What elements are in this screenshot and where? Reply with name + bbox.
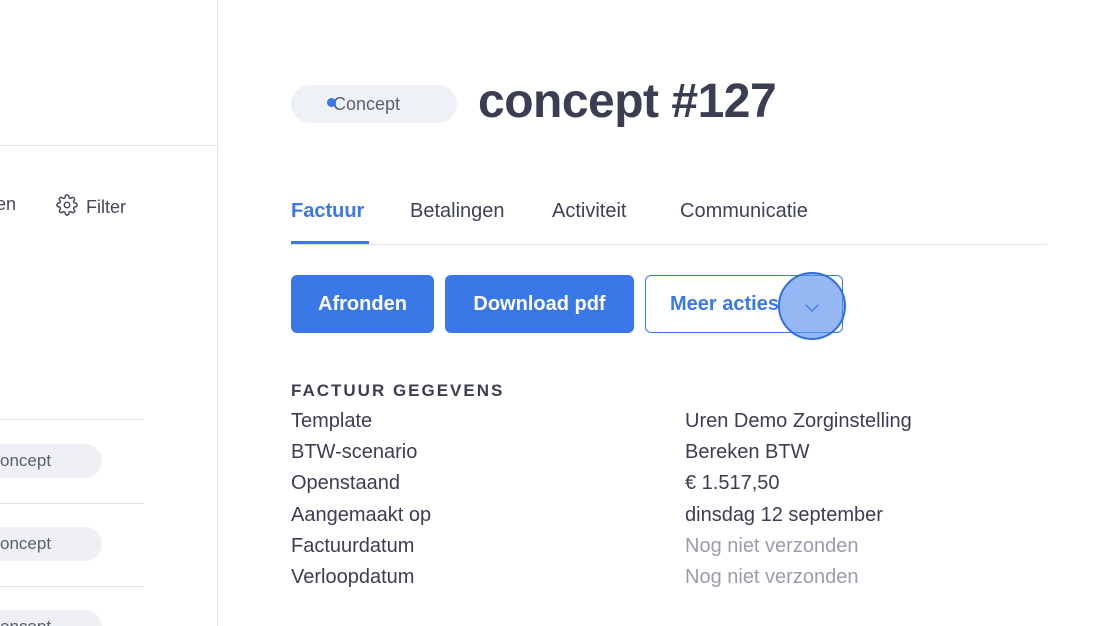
sort-button-label[interactable]: en — [0, 194, 16, 215]
status-badge-label: Concept — [333, 93, 401, 114]
detail-label: Verloopdatum — [291, 566, 415, 588]
list-divider — [0, 586, 144, 587]
tab-bar: Factuur Betalingen Activiteit Communicat… — [291, 198, 1047, 245]
detail-value: Nog niet verzonden — [685, 566, 859, 588]
tab-activiteit[interactable]: Activiteit — [552, 200, 626, 223]
detail-value: Uren Demo Zorginstelling — [685, 410, 912, 432]
status-dot-icon — [327, 98, 336, 107]
detail-value: Nog niet verzonden — [685, 535, 859, 557]
detail-row-verloopdatum: Verloopdatum Nog niet verzonden — [291, 566, 991, 596]
detail-label: Openstaand — [291, 472, 400, 494]
finalize-button[interactable]: Afronden — [291, 275, 434, 333]
list-divider — [0, 503, 144, 504]
detail-row-factuurdatum: Factuurdatum Nog niet verzonden — [291, 535, 991, 565]
invoice-details-heading: FACTUUR GEGEVENS — [291, 381, 505, 400]
more-actions-button[interactable]: Meer acties — [645, 275, 843, 333]
detail-label: Aangemaakt op — [291, 504, 432, 526]
detail-value: dinsdag 12 september — [685, 504, 883, 526]
list-item-status-badge[interactable]: oncept — [0, 610, 102, 626]
more-actions-button-label: Meer acties — [670, 292, 779, 315]
download-pdf-button-label: Download pdf — [473, 292, 606, 315]
tab-betalingen[interactable]: Betalingen — [410, 200, 505, 223]
active-tab-indicator — [291, 241, 369, 244]
detail-row-aangemaakt-op: Aangemaakt op dinsdag 12 september — [291, 504, 991, 534]
list-divider — [0, 419, 144, 420]
tab-factuur[interactable]: Factuur — [291, 200, 364, 223]
detail-value: Bereken BTW — [685, 441, 810, 463]
filter-button[interactable]: Filter — [56, 194, 126, 221]
detail-row-template: Template Uren Demo Zorginstelling — [291, 410, 991, 440]
detail-row-btw-scenario: BTW-scenario Bereken BTW — [291, 441, 991, 471]
list-item-status-badge[interactable]: oncept — [0, 444, 102, 478]
tab-communicatie[interactable]: Communicatie — [680, 200, 808, 223]
panel-divider — [0, 145, 217, 146]
finalize-button-label: Afronden — [318, 292, 407, 315]
status-badge: Concept — [291, 85, 457, 123]
list-item-status-badge[interactable]: oncept — [0, 527, 102, 561]
gear-icon — [56, 194, 78, 221]
detail-value: € 1.517,50 — [685, 472, 780, 494]
detail-label: BTW-scenario — [291, 441, 418, 463]
chevron-down-icon — [804, 297, 820, 320]
filter-label: Filter — [86, 197, 126, 217]
detail-label: Template — [291, 410, 373, 432]
detail-label: Factuurdatum — [291, 535, 415, 557]
detail-row-openstaand: Openstaand € 1.517,50 — [291, 472, 991, 502]
download-pdf-button[interactable]: Download pdf — [445, 275, 634, 333]
page-title: concept #127 — [478, 75, 777, 128]
list-toolbar: en Filter — [0, 194, 217, 218]
invoice-list-panel: en Filter oncept oncept oncept — [0, 0, 218, 626]
